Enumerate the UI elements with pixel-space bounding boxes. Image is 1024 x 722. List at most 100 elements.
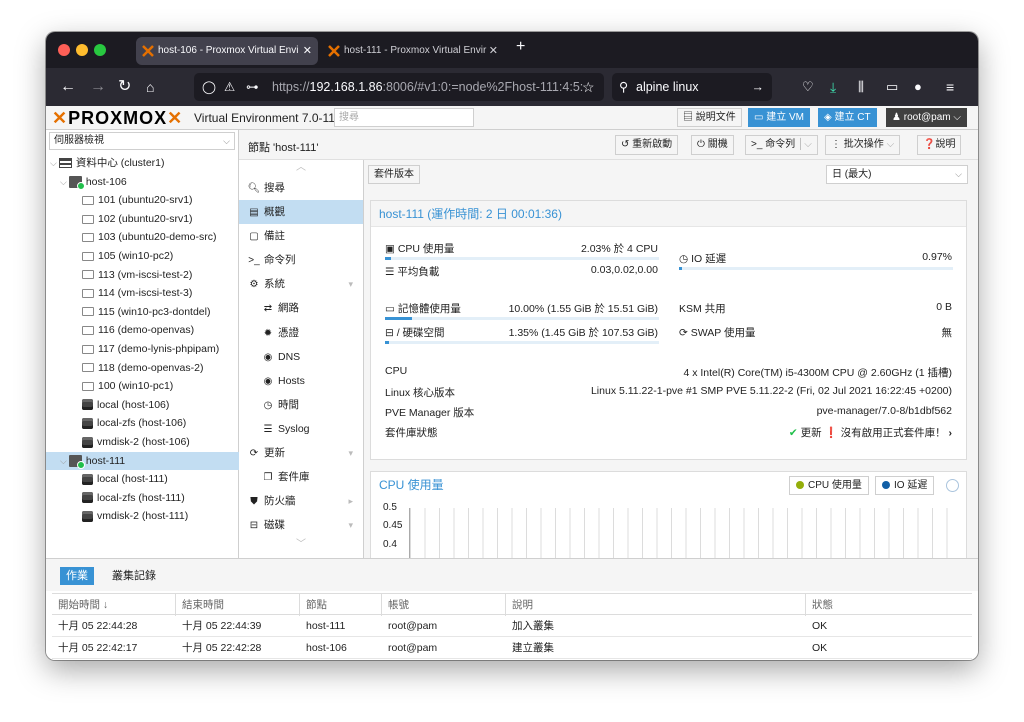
chevron-right-icon[interactable]: ▸ [348, 489, 353, 513]
menu-item[interactable]: ▤ 概觀 [239, 200, 363, 225]
menu-item[interactable]: ◷ 時間 [239, 393, 363, 417]
tab-cluster-log[interactable]: 叢集記錄 [106, 567, 162, 585]
tab-tasks[interactable]: 作業 [60, 567, 94, 585]
menu-icon[interactable]: ≡ [946, 77, 954, 97]
menu-item[interactable]: ✹ 憑證 [239, 321, 363, 345]
col-start-time[interactable]: 開始時間 ↓ [52, 594, 176, 616]
chevron-down-icon[interactable]: ▾ [348, 513, 353, 537]
sidebar-icon[interactable]: ▭ [886, 77, 898, 97]
docs-button[interactable]: ▤ 說明文件 [677, 108, 742, 127]
create-vm-button[interactable]: ▭ 建立 VM [748, 108, 811, 127]
maximize-window-button[interactable] [94, 44, 106, 56]
resource-tree: ⌵ 資料中心 (cluster1) ⌵ host-106 101 (ubuntu20-s… [46, 154, 239, 526]
tree-item-vm[interactable]: 116 (demo-openvas) [46, 321, 239, 340]
tree-item-label: 101 (ubuntu20-srv1) [98, 194, 193, 207]
menu-item[interactable]: 🔍︎ 搜尋 [239, 176, 363, 200]
terminal-icon: >_ [751, 139, 766, 150]
tree-item-storage[interactable]: local (host-111) [46, 470, 239, 489]
tree-item-vm[interactable]: 100 (win10-pc1) [46, 377, 239, 396]
menu-item[interactable]: ⚙ 系統 ▾ [239, 272, 363, 296]
view-selector[interactable]: 伺服器檢視 ⌵ [49, 132, 235, 150]
tree-item-vm[interactable]: 118 (demo-openvas-2) [46, 359, 239, 378]
scroll-up-icon[interactable]: ︿ [239, 160, 363, 176]
url-host: 192.168.1.86 [309, 80, 383, 94]
menu-item[interactable]: ⊟ 磁碟 ▾ [239, 513, 363, 537]
search-icon: 🔍︎ [247, 183, 261, 194]
menu-item[interactable]: ☰ Syslog [239, 417, 363, 441]
tree-item-storage[interactable]: local-zfs (host-106) [46, 414, 239, 433]
menu-item[interactable]: ◉ DNS [239, 345, 363, 369]
tree-item-datacenter[interactable]: ⌵ 資料中心 (cluster1) [46, 154, 239, 173]
menu-item[interactable]: ⟳ 更新 ▾ [239, 441, 363, 465]
library-icon[interactable]: ⫼ [858, 77, 864, 97]
user-menu-button[interactable]: ♟ root@pam ⌵ [886, 108, 967, 127]
home-icon[interactable]: ⌂ [146, 77, 154, 97]
new-tab-button[interactable]: + [516, 38, 525, 56]
task-row[interactable]: 十月 05 22:44:28 十月 05 22:44:39 host-111 root… [52, 616, 972, 637]
back-icon[interactable]: ← [60, 77, 76, 97]
minimize-window-button[interactable] [76, 44, 88, 56]
repo-status-label: 套件庫狀態 [385, 427, 438, 439]
repo-status-value[interactable]: ✔ 更新 ❗ 沒有啟用正式套件庫！ › [789, 425, 952, 440]
chart-undo-zoom-icon[interactable] [946, 479, 959, 492]
reboot-button[interactable]: ↺ 重新啟動 [615, 135, 679, 155]
chevron-down-icon[interactable]: ▾ [348, 441, 353, 465]
browser-tab-host-106[interactable]: host-106 - Proxmox Virtual Envi ✕ [136, 37, 318, 65]
tree-item-vm[interactable]: 113 (vm-iscsi-test-2) [46, 266, 239, 285]
col-description[interactable]: 說明 [506, 594, 806, 616]
package-versions-button[interactable]: 套件版本 [368, 165, 420, 184]
expand-chevron-icon[interactable]: ⌵ [60, 456, 67, 466]
legend-cpu-usage[interactable]: CPU 使用量 [789, 476, 869, 495]
tree-item-node[interactable]: ⌵ host-111 [46, 451, 239, 471]
pocket-icon[interactable]: ♡ [802, 77, 814, 97]
close-tab-icon[interactable]: ✕ [303, 37, 312, 65]
create-ct-button[interactable]: ◈ 建立 CT [818, 108, 877, 127]
menu-item[interactable]: >_ 命令列 [239, 248, 363, 272]
tree-item-storage[interactable]: vmdisk-2 (host-111) [46, 507, 239, 526]
menu-item[interactable]: ⇄ 網路 [239, 296, 363, 320]
tree-item-storage[interactable]: vmdisk-2 (host-106) [46, 433, 239, 452]
tree-item-vm[interactable]: 103 (ubuntu20-demo-src) [46, 228, 239, 247]
expand-chevron-icon[interactable]: ⌵ [60, 177, 67, 187]
col-end-time[interactable]: 結束時間 [176, 594, 300, 616]
menu-item[interactable]: ❐ 套件庫 [239, 465, 363, 489]
chevron-down-icon[interactable]: ▾ [348, 272, 353, 296]
shell-button[interactable]: >_ 命令列 │⌵ [745, 135, 818, 155]
download-icon[interactable]: ⤓ [830, 77, 836, 97]
bookmark-star-icon[interactable]: ☆ [582, 77, 595, 97]
global-search-input[interactable]: 搜尋 [334, 108, 474, 127]
help-button[interactable]: ❓說明 [917, 135, 962, 155]
tree-item-vm[interactable]: 117 (demo-lynis-phpipam) [46, 340, 239, 359]
account-icon[interactable]: ● [914, 77, 922, 97]
col-node[interactable]: 節點 [300, 594, 382, 616]
tree-item-vm[interactable]: 101 (ubuntu20-srv1) [46, 191, 239, 210]
task-row[interactable]: 十月 05 22:42:17 十月 05 22:42:28 host-106 root… [52, 638, 972, 659]
timeframe-select[interactable]: 日 (最大) ⌵ [826, 165, 968, 184]
tree-item-node[interactable]: ⌵ host-106 [46, 173, 239, 192]
reload-icon[interactable]: ↻ [118, 77, 131, 97]
menu-item[interactable]: ⛊ 防火牆 ▸ [239, 489, 363, 513]
close-window-button[interactable] [58, 44, 70, 56]
menu-item[interactable]: ◉ Hosts [239, 369, 363, 393]
close-tab-icon[interactable]: ✕ [489, 37, 498, 65]
tree-item-storage[interactable]: local-zfs (host-111) [46, 489, 239, 508]
col-user[interactable]: 帳號 [382, 594, 506, 616]
tree-item-storage[interactable]: local (host-106) [46, 396, 239, 415]
legend-io-delay[interactable]: IO 延遲 [875, 476, 935, 495]
shutdown-button[interactable]: ⏻ 關機 [691, 135, 734, 155]
expand-chevron-icon[interactable]: ⌵ [50, 158, 57, 168]
tree-item-vm[interactable]: 114 (vm-iscsi-test-3) [46, 284, 239, 303]
browser-tab-host-111[interactable]: host-111 - Proxmox Virtual Envir ✕ [322, 37, 504, 65]
note-icon: ▢ [249, 231, 259, 243]
tree-item-vm[interactable]: 102 (ubuntu20-srv1) [46, 210, 239, 229]
search-go-icon[interactable]: → [752, 73, 765, 101]
col-status[interactable]: 狀態 [806, 594, 972, 616]
scroll-down-icon[interactable]: ﹀ [239, 537, 363, 553]
bulk-actions-button[interactable]: ⋮ 批次操作 ⌵ [825, 135, 901, 155]
url-bar[interactable]: ◯ ⚠ ⊶ https://192.168.1.86:8006/#v1:0:=n… [194, 73, 604, 101]
tree-item-vm[interactable]: 115 (win10-pc3-dontdel) [46, 303, 239, 322]
search-bar[interactable]: ⚲ alpine linux → [612, 73, 772, 101]
forward-icon[interactable]: → [90, 77, 106, 97]
menu-item[interactable]: ▢ 備註 [239, 224, 363, 248]
tree-item-vm[interactable]: 105 (win10-pc2) [46, 247, 239, 266]
